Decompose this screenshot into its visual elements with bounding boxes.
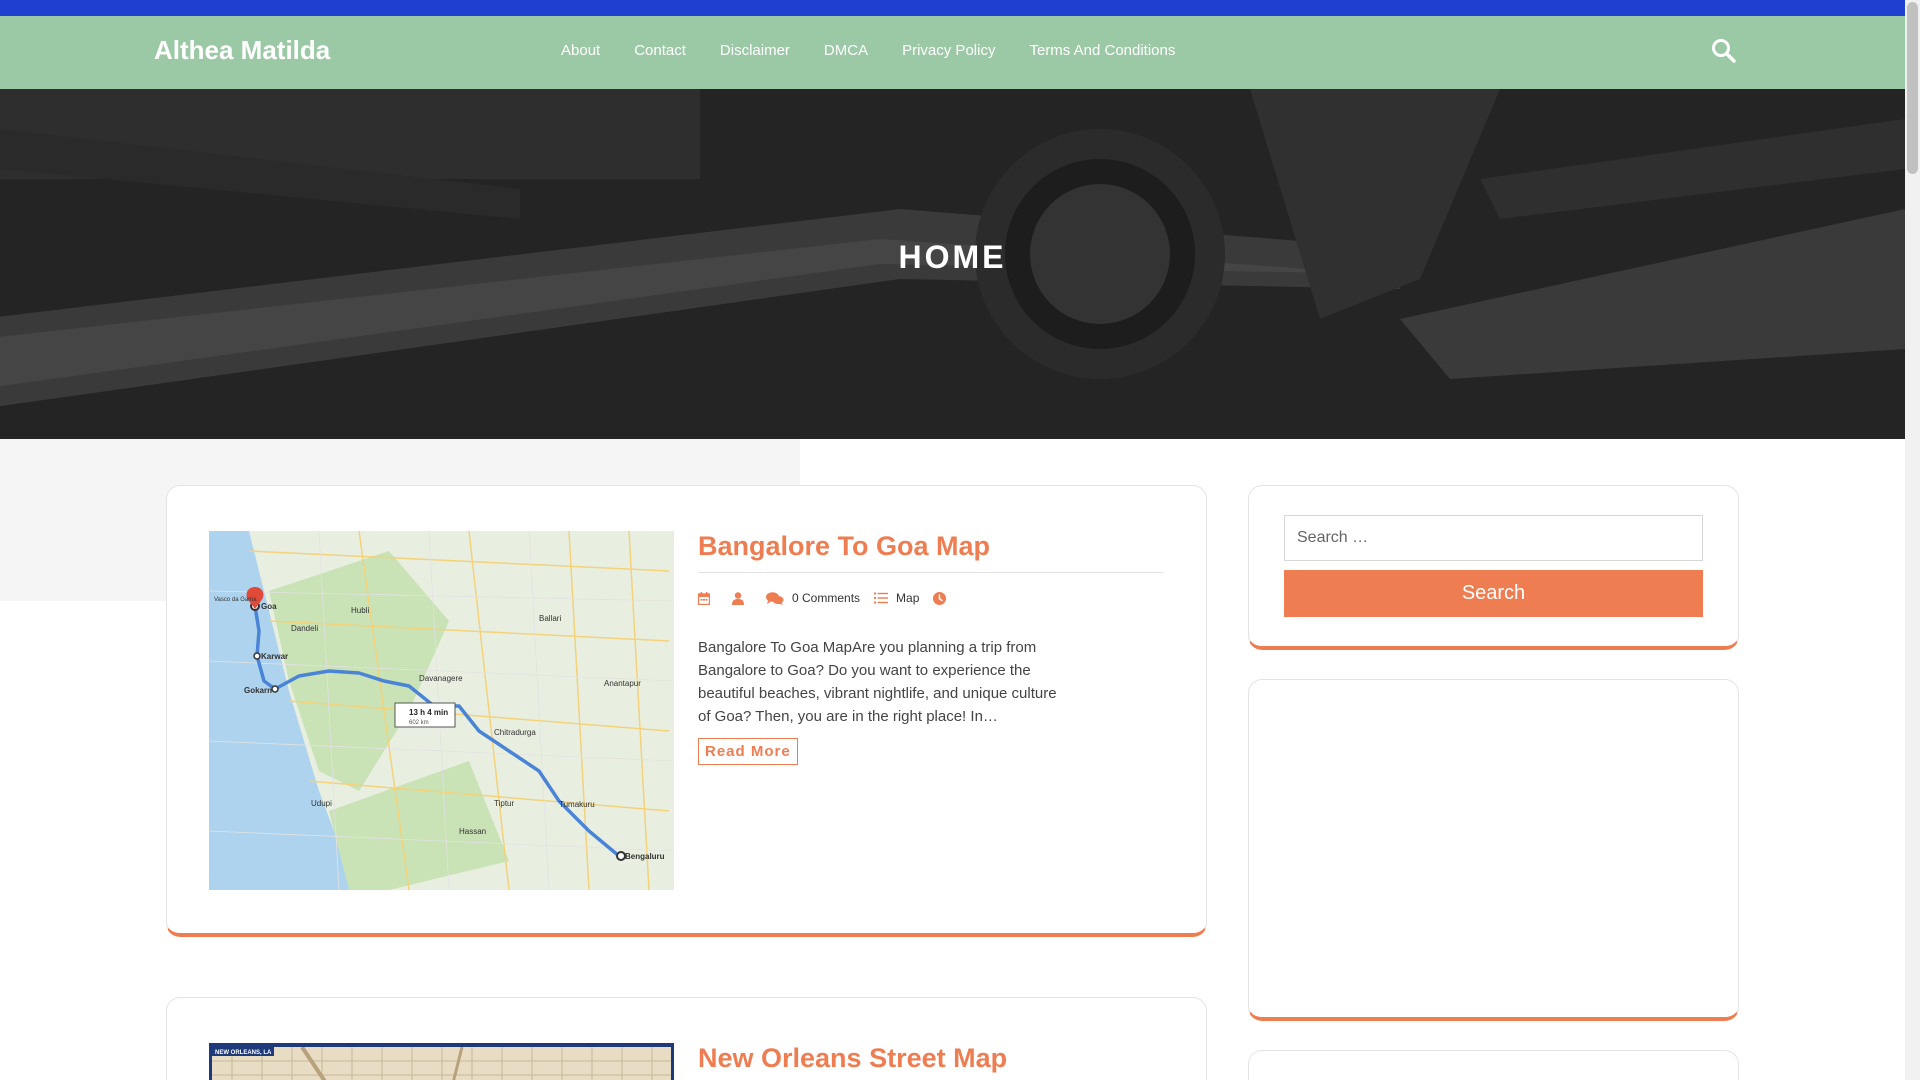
nav-item-contact[interactable]: Contact [634,42,686,59]
route-map-image: 13 h 4 min 602 km Goa Vasco da Gama Karw… [209,531,674,890]
svg-text:Karwar: Karwar [261,652,288,661]
svg-text:Vasco da Gama: Vasco da Gama [214,597,257,603]
nav-item-dmca[interactable]: DMCA [824,42,868,59]
search-icon[interactable] [1711,38,1737,64]
svg-text:Hassan: Hassan [459,827,486,836]
sidebar-widget-empty [1248,679,1739,1021]
category-link[interactable]: Map [896,591,919,605]
nav-item-privacy-policy[interactable]: Privacy Policy [902,42,995,59]
svg-text:Chitradurga: Chitradurga [494,728,536,737]
post-excerpt: Bangalore To Goa MapAre you planning a t… [698,639,1057,725]
site-title[interactable]: Althea Matilda [154,35,330,66]
top-accent-bar [0,0,1905,16]
map-thumb-label: NEW ORLEANS, LA [215,1050,272,1056]
sidebar-widget [1248,1050,1739,1080]
title-divider [698,572,1164,573]
main-nav: About Contact Disclaimer DMCA Privacy Po… [561,42,1209,59]
svg-text:Anantapur: Anantapur [604,679,641,688]
hero-banner: HOME [0,89,1905,439]
map-distance-label: 602 km [409,720,429,726]
scrollbar-thumb[interactable] [1907,2,1918,174]
svg-text:Bengaluru: Bengaluru [625,852,665,861]
comment-count: 0 Comments [792,591,861,605]
svg-text:Tiptur: Tiptur [494,799,514,808]
post-thumbnail[interactable]: 13 h 4 min 602 km Goa Vasco da Gama Karw… [209,531,674,890]
clock-icon [933,591,947,605]
nav-item-disclaimer[interactable]: Disclaimer [720,42,790,59]
list-icon [874,592,889,604]
svg-text:Dandeli: Dandeli [291,624,318,633]
post-category[interactable]: Map [874,591,919,605]
post-meta: 0 Comments Map [698,591,968,605]
search-widget [1248,485,1739,650]
post-date[interactable] [698,591,718,605]
calendar-icon [698,591,710,605]
comments-icon [766,591,784,605]
read-more-button[interactable]: Read More [698,738,798,765]
svg-text:Udupi: Udupi [311,799,332,808]
search-button[interactable]: Search [1284,570,1703,617]
svg-text:Tumakuru: Tumakuru [559,800,595,809]
post-title-link[interactable]: Bangalore To Goa Map [698,531,990,562]
svg-text:Hubli: Hubli [351,606,369,615]
svg-text:Ballari: Ballari [539,614,561,623]
post-author[interactable] [732,591,752,605]
street-map-image: NEW ORLEANS, LA [212,1045,671,1080]
post-thumbnail[interactable]: NEW ORLEANS, LA [209,1043,674,1080]
svg-text:Goa: Goa [261,602,277,611]
post-title-link[interactable]: New Orleans Street Map [698,1043,1007,1074]
map-duration-label: 13 h 4 min [409,708,448,717]
nav-item-about[interactable]: About [561,42,600,59]
user-icon [732,591,744,605]
svg-text:Gokarn: Gokarn [244,686,272,695]
search-input[interactable] [1284,515,1703,561]
page-title: HOME [898,239,1007,275]
post-time [933,591,954,605]
nav-item-terms[interactable]: Terms And Conditions [1029,42,1175,59]
svg-text:Davanagere: Davanagere [419,674,463,683]
post-comments[interactable]: 0 Comments [766,591,860,605]
